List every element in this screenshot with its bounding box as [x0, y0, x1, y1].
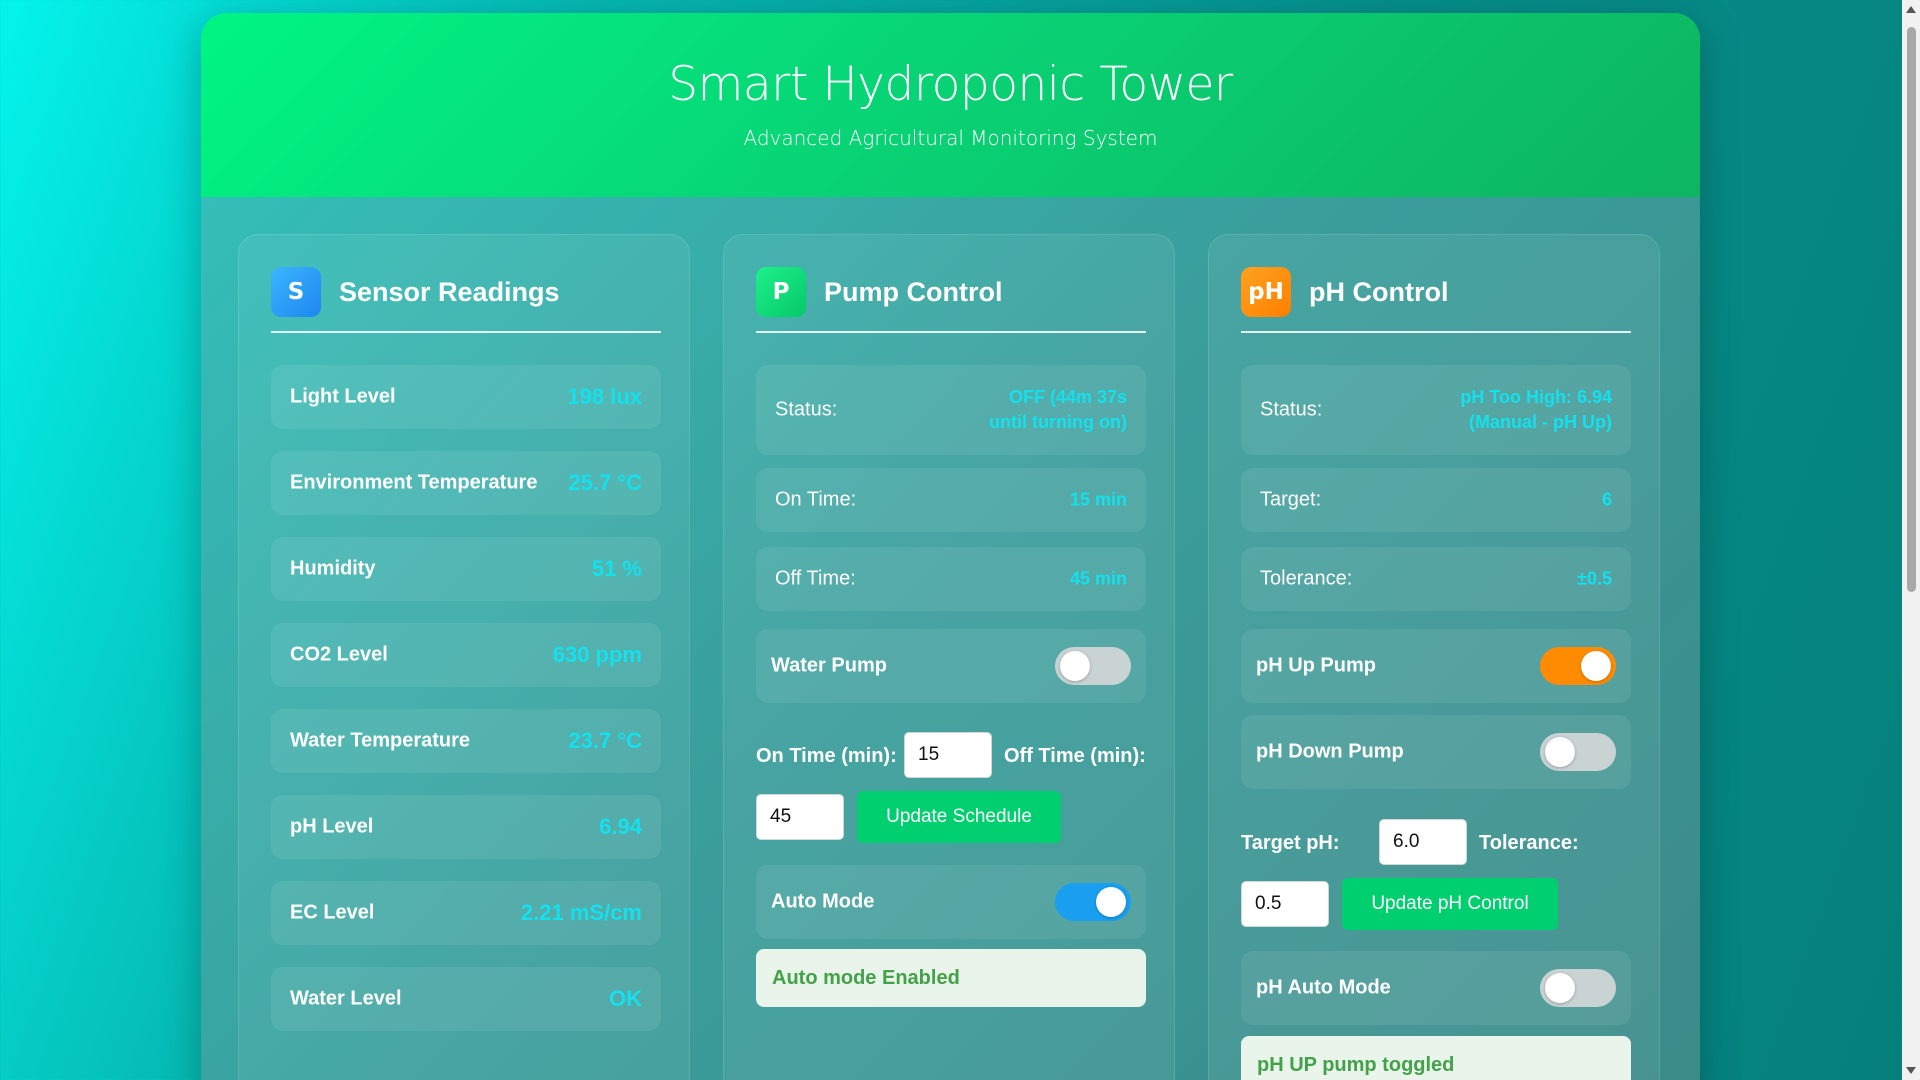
- scrollbar-thumb[interactable]: [1907, 27, 1916, 592]
- ph-panel-title: pH Control: [1309, 277, 1449, 307]
- sensor-icon: S: [271, 267, 321, 317]
- ph-tolerance-value: ±0.5: [1577, 568, 1612, 589]
- pump-status-row: Status: OFF (44m 37s until turning on): [756, 365, 1146, 455]
- header: Smart Hydroponic Tower Advanced Agricult…: [201, 13, 1700, 197]
- sensor-panel-header: S Sensor Readings: [271, 267, 661, 333]
- ph-down-pump-label: pH Down Pump: [1256, 740, 1404, 763]
- scroll-up-arrow-icon[interactable]: [1906, 6, 1916, 13]
- target-ph-input-label: Target pH:: [1241, 832, 1340, 854]
- toggle-knob: [1581, 651, 1611, 681]
- ph-up-pump-toggle[interactable]: [1540, 647, 1616, 685]
- pump-status-value: OFF (44m 37s until turning on): [989, 387, 1127, 432]
- pump-on-time-row: On Time: 15 min: [756, 468, 1146, 532]
- sensor-value: 2.21 mS/cm: [520, 900, 642, 925]
- pump-off-time-value: 45 min: [1069, 568, 1127, 589]
- off-time-input[interactable]: 45: [756, 794, 844, 840]
- sensor-row: Humidity 51 %: [271, 537, 661, 601]
- sensor-panel-title: Sensor Readings: [339, 277, 560, 307]
- sensor-row: Environment Temperature 25.7 °C: [271, 451, 661, 515]
- pump-message: Auto mode Enabled: [756, 949, 1146, 1007]
- ph-panel-header: pH pH Control: [1241, 267, 1631, 333]
- sensor-label: Environment Temperature: [290, 471, 538, 494]
- pump-panel-title: Pump Control: [824, 277, 1003, 307]
- update-schedule-button[interactable]: Update Schedule: [857, 791, 1061, 843]
- auto-mode-label: Auto Mode: [771, 890, 875, 913]
- ph-down-pump-row: pH Down Pump: [1241, 715, 1631, 789]
- water-pump-row: Water Pump: [756, 629, 1146, 703]
- sensor-value: 51 %: [591, 556, 642, 581]
- toggle-knob: [1060, 651, 1090, 681]
- ph-down-pump-toggle[interactable]: [1540, 733, 1616, 771]
- page-subtitle: Advanced Agricultural Monitoring System: [743, 126, 1158, 150]
- auto-mode-row: Auto Mode: [756, 865, 1146, 939]
- pump-off-time-label: Off Time:: [775, 567, 856, 590]
- tolerance-input-label: Tolerance:: [1479, 832, 1579, 854]
- sensor-row: pH Level 6.94: [271, 795, 661, 859]
- ph-up-pump-label: pH Up Pump: [1256, 654, 1376, 677]
- water-pump-label: Water Pump: [771, 654, 887, 677]
- sensor-row: Water Temperature 23.7 °C: [271, 709, 661, 773]
- sensor-row: Light Level 198 lux: [271, 365, 661, 429]
- ph-status-row: Status: pH Too High: 6.94 (Manual - pH U…: [1241, 365, 1631, 455]
- sensor-value: OK: [609, 986, 642, 1011]
- ph-tolerance-label: Tolerance:: [1260, 567, 1353, 590]
- dashboard-container: Smart Hydroponic Tower Advanced Agricult…: [201, 13, 1700, 1080]
- sensor-label: Water Temperature: [290, 729, 471, 752]
- sensor-label: EC Level: [290, 901, 375, 924]
- sensor-value: 630 ppm: [552, 642, 642, 667]
- sensor-label: Light Level: [290, 385, 396, 408]
- sensor-value: 25.7 °C: [568, 470, 642, 495]
- pump-status-label: Status:: [775, 398, 838, 421]
- ph-target-value: 6: [1601, 489, 1612, 510]
- pump-on-time-label: On Time:: [775, 488, 857, 511]
- pump-panel-header: P Pump Control: [756, 267, 1146, 333]
- pump-control-panel: P Pump Control Status: OFF (44m 37s unti…: [723, 234, 1175, 1080]
- on-time-input[interactable]: 15: [904, 732, 992, 778]
- toggle-knob: [1545, 973, 1575, 1003]
- ph-target-label: Target:: [1260, 488, 1322, 511]
- auto-mode-toggle[interactable]: [1055, 883, 1131, 921]
- scroll-down-arrow-icon[interactable]: [1906, 1067, 1916, 1074]
- page-scrollbar[interactable]: [1902, 0, 1920, 1080]
- on-time-input-label: On Time (min):: [756, 745, 897, 767]
- update-ph-control-button[interactable]: Update pH Control: [1342, 878, 1558, 930]
- toggle-knob: [1545, 737, 1575, 767]
- pump-on-time-value: 15 min: [1069, 489, 1127, 510]
- sensor-row: EC Level 2.21 mS/cm: [271, 881, 661, 945]
- ph-tolerance-row: Tolerance: ±0.5: [1241, 547, 1631, 611]
- ph-auto-mode-label: pH Auto Mode: [1256, 976, 1391, 999]
- sensor-readings-panel: S Sensor Readings Light Level 198 lux Envi…: [238, 234, 690, 1080]
- target-ph-input[interactable]: 6.0: [1379, 819, 1467, 865]
- pump-icon: P: [756, 267, 806, 317]
- ph-message: pH UP pump toggled: [1241, 1036, 1631, 1080]
- sensor-value: 23.7 °C: [568, 728, 642, 753]
- sensor-row: Water Level OK: [271, 967, 661, 1031]
- sensor-label: CO2 Level: [290, 643, 388, 666]
- ph-status-label: Status:: [1260, 398, 1323, 421]
- sensor-label: pH Level: [290, 815, 374, 838]
- sensor-value: 6.94: [599, 814, 642, 839]
- toggle-knob: [1096, 887, 1126, 917]
- ph-control-panel: pH pH Control Status: pH Too High: 6.94 …: [1208, 234, 1660, 1080]
- page-title: Smart Hydroponic Tower: [668, 57, 1233, 112]
- sensor-label: Humidity: [290, 557, 376, 580]
- ph-up-pump-row: pH Up Pump: [1241, 629, 1631, 703]
- pump-off-time-row: Off Time: 45 min: [756, 547, 1146, 611]
- sensor-row: CO2 Level 630 ppm: [271, 623, 661, 687]
- ph-icon: pH: [1241, 267, 1291, 317]
- sensor-label: Water Level: [290, 987, 402, 1010]
- ph-target-row: Target: 6: [1241, 468, 1631, 532]
- ph-auto-mode-row: pH Auto Mode: [1241, 951, 1631, 1025]
- sensor-value: 198 lux: [567, 384, 642, 409]
- tolerance-input[interactable]: 0.5: [1241, 881, 1329, 927]
- ph-auto-mode-toggle[interactable]: [1540, 969, 1616, 1007]
- ph-status-value: pH Too High: 6.94 (Manual - pH Up): [1460, 387, 1612, 432]
- off-time-input-label: Off Time (min):: [1004, 745, 1146, 767]
- water-pump-toggle[interactable]: [1055, 647, 1131, 685]
